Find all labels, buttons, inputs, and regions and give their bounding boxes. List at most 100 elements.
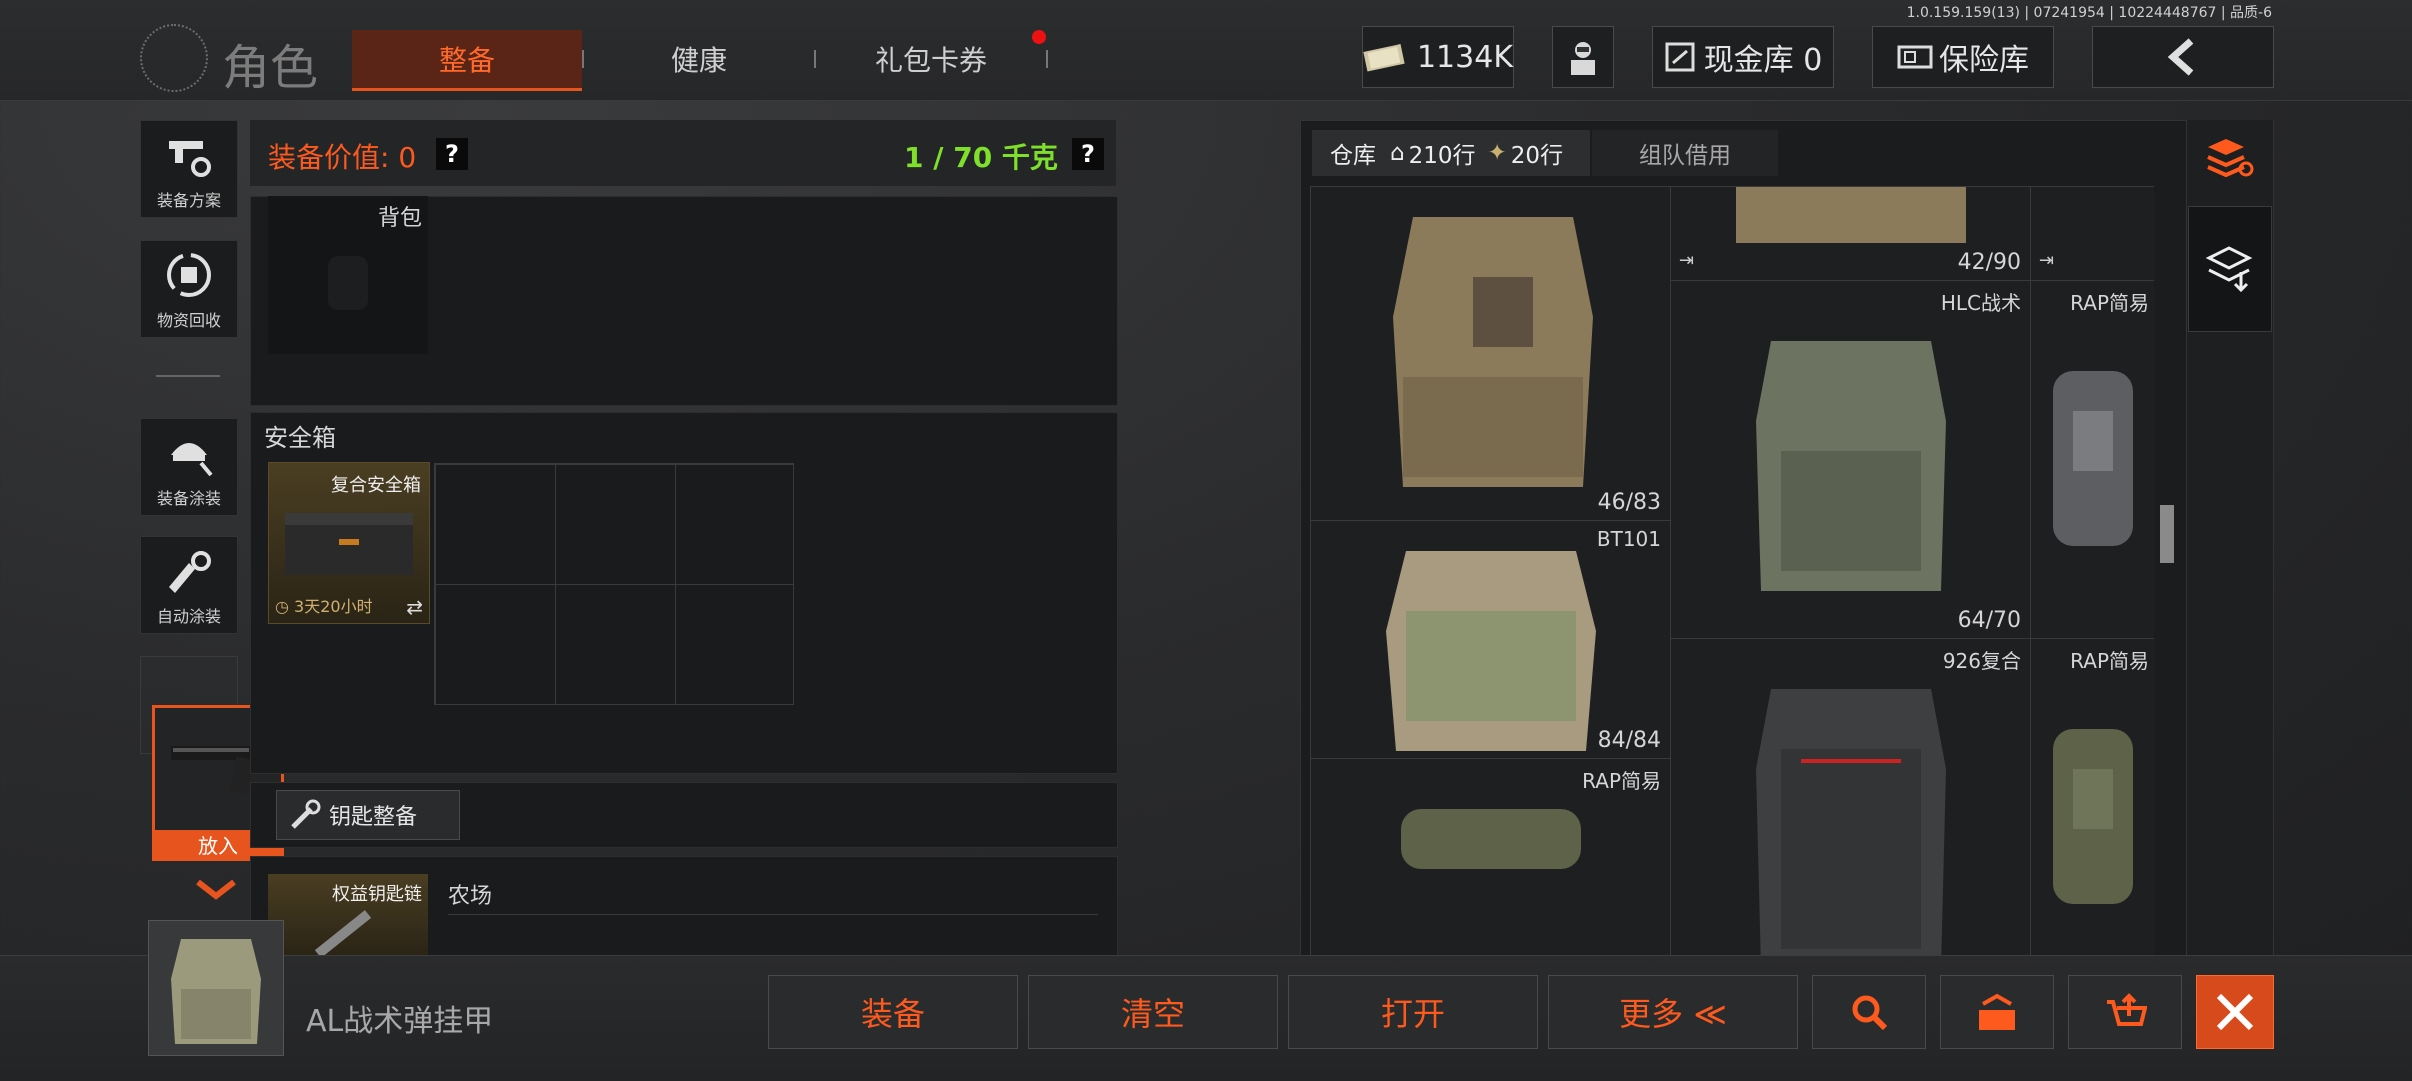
vault-icon <box>1665 42 1695 72</box>
key-loadout-button[interactable]: 钥匙整备 <box>276 790 460 840</box>
stack-download-icon <box>2205 246 2253 293</box>
item-export-icon: ⇥ <box>1679 250 1695 271</box>
sidebar-item-label: 自动涂装 <box>156 607 221 626</box>
sidebar-item-label: 物资回收 <box>156 311 221 330</box>
item-name: HLC战术 <box>1940 291 2021 315</box>
equipment-value: 装备价值: 0 <box>268 141 417 174</box>
sidebar-item-loadout-plan[interactable]: 装备方案 <box>140 120 238 218</box>
item-export-icon: ⇥ <box>2039 250 2055 271</box>
warehouse-item[interactable]: ⇥ <box>2030 186 2154 282</box>
warehouse-grid: 46/83 BT101 84/84 RAP简易 ⇥ 42/90 HLC战术 64… <box>1310 186 2154 956</box>
warehouse-tab-label: 仓库 <box>1330 143 1376 169</box>
back-button[interactable] <box>2092 26 2274 88</box>
safe-vault-label: 保险库 <box>1939 43 2029 78</box>
cash-vault-button[interactable]: 现金库 0 <box>1652 26 1834 88</box>
agent-avatar-icon <box>1571 42 1595 75</box>
notification-dot <box>1032 30 1046 44</box>
warehouse-item[interactable]: BT101 84/84 <box>1310 520 1672 760</box>
brush-gear-icon <box>169 551 211 593</box>
open-button[interactable]: 打开 <box>1288 975 1538 1049</box>
item-name: RAP简易 <box>2070 649 2149 673</box>
sidebar-item-label: 装备涂装 <box>156 489 221 508</box>
close-button[interactable] <box>2196 975 2274 1049</box>
box-out-icon <box>1979 993 2015 1030</box>
tab-health[interactable]: 健康 <box>584 30 814 88</box>
safebox-item[interactable]: 复合安全箱 ◷ 3天20小时 ⇄ <box>268 462 430 624</box>
black-plate-carrier-image <box>1756 689 1946 956</box>
item-name: RAP简易 <box>2070 291 2149 315</box>
backpack-label: 背包 <box>377 206 422 231</box>
map-label: 农场 <box>448 884 493 909</box>
globe-icon <box>140 24 208 92</box>
warehouse-item[interactable]: ⇥ 42/90 <box>1670 186 2032 282</box>
item-name: 926复合 <box>1942 649 2021 673</box>
warehouse-item[interactable]: HLC战术 64/70 <box>1670 280 2032 640</box>
camo-vest-image <box>1386 551 1596 751</box>
equip-button[interactable]: 装备 <box>768 975 1018 1049</box>
cash-rows: 20行 <box>1510 143 1564 169</box>
cash-bag-icon: ✦ <box>1487 140 1507 166</box>
agent-button[interactable] <box>1552 26 1614 88</box>
pouch-vest-image <box>1736 187 1966 243</box>
banknote-icon <box>1363 44 1405 72</box>
team-borrow-tab[interactable]: 组队借用 <box>1592 130 1778 176</box>
more-button[interactable]: 更多 ≪ <box>1548 975 1798 1049</box>
key-loadout-label: 钥匙整备 <box>329 805 418 830</box>
warehouse-item[interactable]: RAP简易 <box>1310 758 1672 956</box>
extract-button[interactable] <box>1940 975 2054 1049</box>
item-durability: 46/83 <box>1597 490 1661 515</box>
warehouse-tab[interactable]: 仓库 ⌂ 210行 ✦ 20行 <box>1312 130 1590 176</box>
sell-button[interactable] <box>2068 975 2182 1049</box>
home-rows: 210行 <box>1408 143 1476 169</box>
sidebar-item-auto-skin[interactable]: 自动涂装 <box>140 536 238 634</box>
money-display[interactable]: 1134K <box>1362 26 1514 88</box>
swap-icon[interactable]: ⇄ <box>406 595 423 619</box>
clear-button[interactable]: 清空 <box>1028 975 1278 1049</box>
deposit-button[interactable] <box>2188 206 2272 332</box>
sidebar-divider <box>156 375 220 377</box>
safe-vault-button[interactable]: 保险库 <box>1872 26 2054 88</box>
backpack-placeholder-icon <box>328 256 368 310</box>
tab-loadout[interactable]: 整备 <box>352 30 582 91</box>
wrench-icon <box>291 799 321 829</box>
map-divider <box>448 914 1098 915</box>
tab-gift-vouchers[interactable]: 礼包卡券 <box>816 30 1046 88</box>
stack-sort-icon <box>2207 139 2254 178</box>
selected-vest-image <box>171 939 261 1044</box>
safebox-grid[interactable] <box>434 463 794 705</box>
search-button[interactable] <box>1812 975 1926 1049</box>
olive-backpack-image <box>2053 729 2133 904</box>
keychain-item-name: 权益钥匙链 <box>332 884 422 905</box>
gray-backpack-image <box>2053 371 2133 546</box>
cart-up-icon <box>2107 993 2147 1026</box>
page-title: 角色 <box>222 40 319 96</box>
safebox-timer: ◷ 3天20小时 <box>275 597 373 616</box>
plate-carrier-image <box>1393 217 1593 487</box>
keychain-item[interactable]: 权益钥匙链 <box>268 874 428 956</box>
sidebar-item-supply-recycle[interactable]: 物资回收 <box>140 240 238 338</box>
warehouse-item[interactable]: RAP简易 <box>2030 280 2154 640</box>
weight-display: 1 / 70 千克 <box>904 141 1058 174</box>
backpack-image <box>1401 809 1581 869</box>
close-icon <box>2216 993 2254 1031</box>
recycle-icon <box>167 253 211 297</box>
sidebar-item-equipment-skin[interactable]: 装备涂装 <box>140 418 238 516</box>
chevron-down-icon[interactable] <box>196 880 236 900</box>
sidebar-item-label: 装备方案 <box>156 191 221 210</box>
item-durability: 84/84 <box>1597 728 1661 753</box>
tab-divider <box>1046 50 1048 68</box>
warehouse-item[interactable]: 46/83 <box>1310 186 1672 522</box>
backpack-slot[interactable]: 背包 <box>268 196 428 354</box>
stack-sort-button[interactable] <box>2192 124 2266 190</box>
warehouse-item[interactable]: RAP简易 <box>2030 638 2154 956</box>
search-icon <box>1852 995 1888 1031</box>
warehouse-item[interactable]: 926复合 <box>1670 638 2032 956</box>
weight-help-button[interactable]: ? <box>1072 138 1104 170</box>
home-icon: ⌂ <box>1390 140 1405 166</box>
selected-item-name: AL战术弹挂甲 <box>306 1004 494 1039</box>
warehouse-scrollbar[interactable] <box>2160 505 2174 563</box>
safebox-title: 安全箱 <box>264 424 336 452</box>
value-help-button[interactable]: ? <box>436 138 468 170</box>
olive-plate-carrier-image <box>1756 341 1946 591</box>
selected-item-thumbnail[interactable] <box>148 920 284 1056</box>
